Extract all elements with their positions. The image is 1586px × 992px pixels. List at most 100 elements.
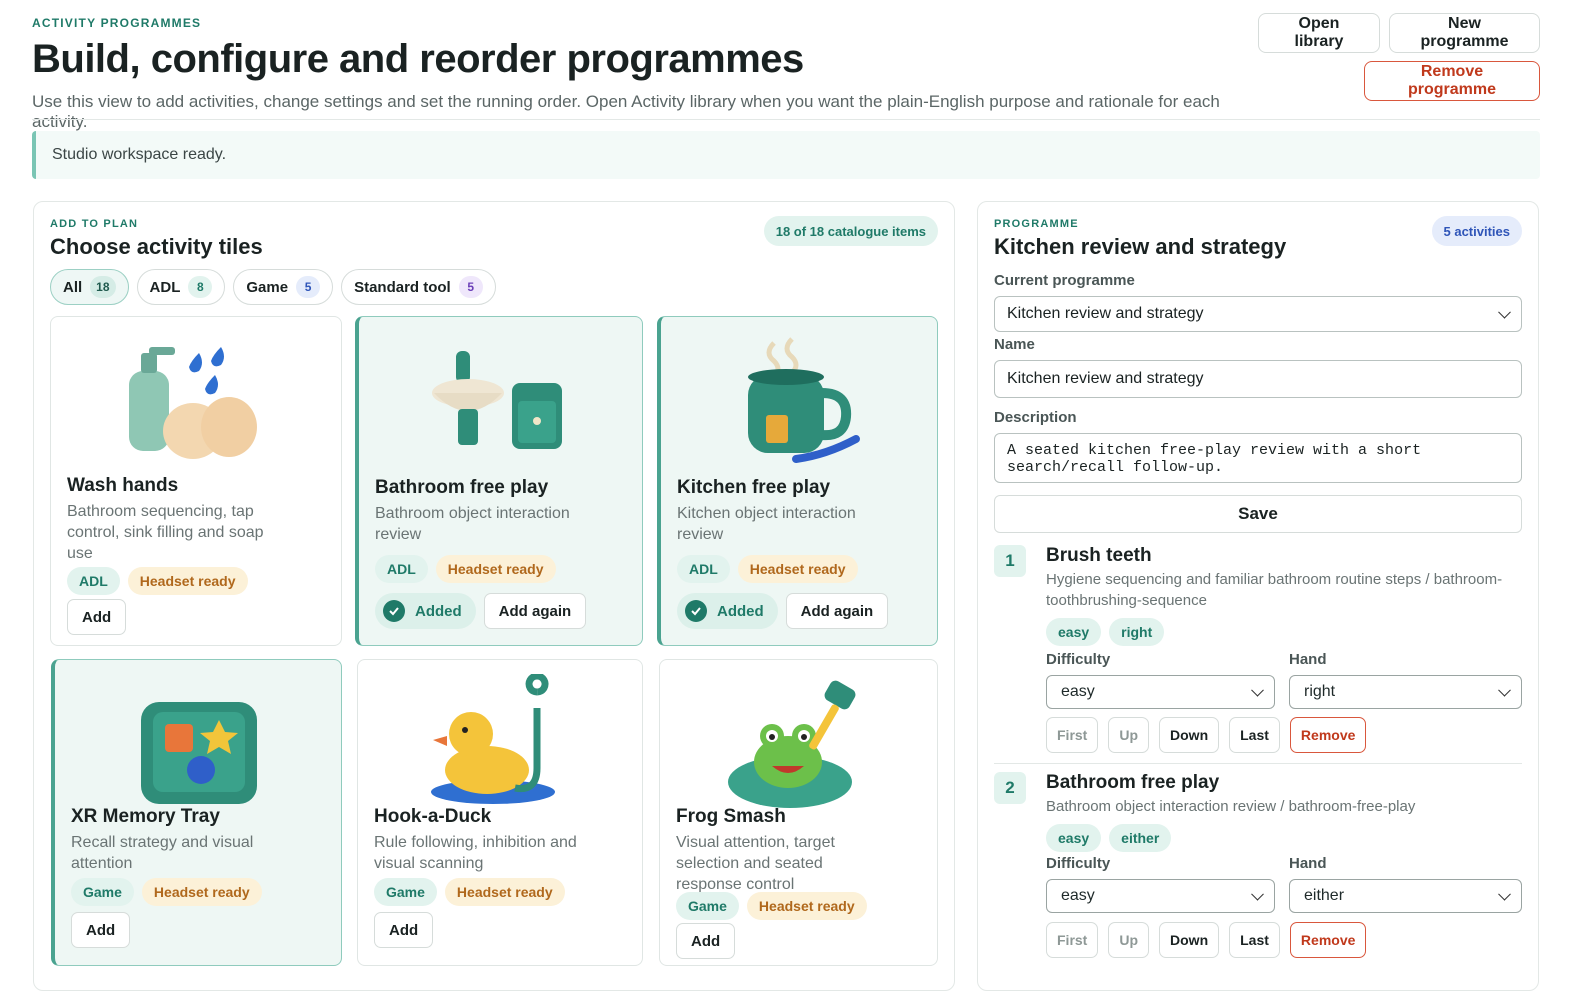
add-frog-smash-button[interactable]: Add	[676, 923, 736, 959]
chevron-down-icon	[1498, 887, 1511, 901]
headset-ready-badge: Headset ready	[737, 555, 858, 583]
chevron-down-icon	[1498, 683, 1511, 697]
category-tag: ADL	[677, 555, 730, 583]
move-last-button[interactable]: Last	[1229, 922, 1280, 958]
difficulty-tag: easy	[1046, 824, 1102, 852]
chevron-down-icon	[1498, 305, 1511, 319]
filter-label: ADL	[149, 278, 181, 296]
difficulty-select[interactable]: easy	[1046, 675, 1275, 709]
filter-count: 18	[90, 276, 116, 298]
headset-ready-badge: Headset ready	[141, 878, 262, 906]
mug-icon	[748, 337, 860, 463]
activity-card-xr-memory-tray: XR Memory Tray Recall strategy and visua…	[51, 659, 342, 966]
hand-value: right	[1304, 683, 1336, 700]
card-description: Visual attention, target selection and s…	[676, 834, 835, 893]
current-programme-select[interactable]: Kitchen review and strategy	[994, 296, 1522, 332]
checkmark-icon	[383, 600, 405, 622]
headset-ready-badge: Headset ready	[444, 878, 565, 906]
filter-all[interactable]: All 18	[50, 269, 129, 305]
bathroom-sink-icon	[431, 351, 562, 449]
filter-standard-tool[interactable]: Standard tool 5	[341, 269, 496, 305]
difficulty-value: easy	[1061, 887, 1095, 904]
card-title: Frog Smash	[676, 806, 786, 827]
move-first-button[interactable]: First	[1046, 717, 1099, 753]
filter-game[interactable]: Game 5	[233, 269, 334, 305]
memory-tray-icon	[141, 702, 257, 804]
hand-label: Hand	[1289, 855, 1327, 872]
remove-programme-button[interactable]: Remove programme	[1364, 61, 1540, 101]
activity-title: Bathroom free play	[1046, 772, 1220, 793]
move-up-button[interactable]: Up	[1108, 717, 1150, 753]
filter-bar: All 18 ADL 8 Game 5 Standard tool 5	[50, 269, 496, 305]
hand-select[interactable]: right	[1289, 675, 1522, 709]
chevron-down-icon	[1251, 887, 1264, 901]
headset-ready-badge: Headset ready	[127, 567, 248, 595]
difficulty-select[interactable]: easy	[1046, 879, 1275, 913]
open-library-button[interactable]: Open library	[1258, 13, 1380, 53]
filter-label: Game	[246, 278, 289, 296]
name-input[interactable]: Kitchen review and strategy	[994, 360, 1522, 398]
description-label: Description	[994, 409, 1077, 426]
filter-label: All	[63, 278, 83, 296]
move-last-button[interactable]: Last	[1229, 717, 1280, 753]
difficulty-tag: easy	[1046, 618, 1102, 646]
filter-count: 5	[458, 276, 483, 298]
page-eyebrow: ACTIVITY PROGRAMMES	[32, 16, 202, 30]
activity-description: Hygiene sequencing and familiar bathroom…	[1046, 571, 1503, 609]
card-description: Recall strategy and visual attention	[71, 834, 254, 872]
add-again-bathroom-button[interactable]: Add again	[483, 593, 587, 629]
filter-count: 8	[188, 276, 213, 298]
remove-activity-button[interactable]: Remove	[1289, 922, 1367, 958]
duck-icon	[431, 674, 555, 804]
added-status: Added	[677, 593, 778, 629]
activity-order-number: 1	[994, 545, 1026, 577]
card-title: Hook-a-Duck	[374, 806, 492, 827]
added-label: Added	[717, 602, 764, 620]
added-label: Added	[415, 602, 462, 620]
current-programme-label: Current programme	[994, 272, 1135, 289]
activity-count-badge: 5 activities	[1431, 216, 1522, 246]
catalogue-title: Choose activity tiles	[50, 234, 263, 259]
category-tag: Game	[374, 878, 437, 906]
headset-ready-badge: Headset ready	[746, 892, 867, 920]
activity-divider	[994, 763, 1522, 764]
activity-order-number: 2	[994, 772, 1026, 804]
hand-tag: either	[1109, 824, 1172, 852]
new-programme-button[interactable]: New programme	[1389, 13, 1540, 53]
activity-card-wash-hands: Wash hands Bathroom sequencing, tap cont…	[50, 316, 342, 646]
remove-activity-button[interactable]: Remove	[1289, 717, 1367, 753]
card-title: XR Memory Tray	[71, 806, 220, 827]
card-title: Wash hands	[67, 475, 179, 496]
hand-tag: right	[1109, 618, 1165, 646]
add-hook-a-duck-button[interactable]: Add	[374, 912, 434, 948]
move-down-button[interactable]: Down	[1159, 922, 1220, 958]
filter-label: Standard tool	[354, 278, 451, 296]
description-textarea[interactable]: A seated kitchen free-play review with a…	[994, 433, 1522, 483]
chevron-down-icon	[1251, 683, 1264, 697]
frog-icon	[727, 680, 855, 808]
save-button[interactable]: Save	[994, 495, 1522, 533]
move-down-button[interactable]: Down	[1159, 717, 1220, 753]
filter-count: 5	[296, 276, 321, 298]
hand-value: either	[1304, 887, 1345, 904]
add-xr-memory-tray-button[interactable]: Add	[71, 912, 131, 948]
programme-editor-panel: PROGRAMME Kitchen review and strategy 5 …	[977, 201, 1539, 991]
status-banner: Studio workspace ready.	[32, 131, 1540, 179]
header-divider	[32, 119, 1540, 120]
programme-eyebrow: PROGRAMME	[994, 218, 1079, 230]
page-title: Build, configure and reorder programmes	[32, 37, 804, 81]
activity-title: Brush teeth	[1046, 545, 1152, 566]
programme-title: Kitchen review and strategy	[994, 234, 1287, 259]
hand-label: Hand	[1289, 651, 1327, 668]
difficulty-label: Difficulty	[1046, 651, 1111, 668]
card-description: Bathroom object interaction review	[375, 505, 570, 543]
name-value: Kitchen review and strategy	[1007, 370, 1204, 387]
move-first-button[interactable]: First	[1046, 922, 1099, 958]
move-up-button[interactable]: Up	[1108, 922, 1150, 958]
add-again-kitchen-button[interactable]: Add again	[785, 593, 889, 629]
hand-select[interactable]: either	[1289, 879, 1522, 913]
wash-hands-icon	[129, 347, 257, 459]
add-wash-hands-button[interactable]: Add	[67, 599, 127, 635]
activity-card-bathroom-free-play: Bathroom free play Bathroom object inter…	[355, 316, 643, 646]
filter-adl[interactable]: ADL 8	[136, 269, 226, 305]
